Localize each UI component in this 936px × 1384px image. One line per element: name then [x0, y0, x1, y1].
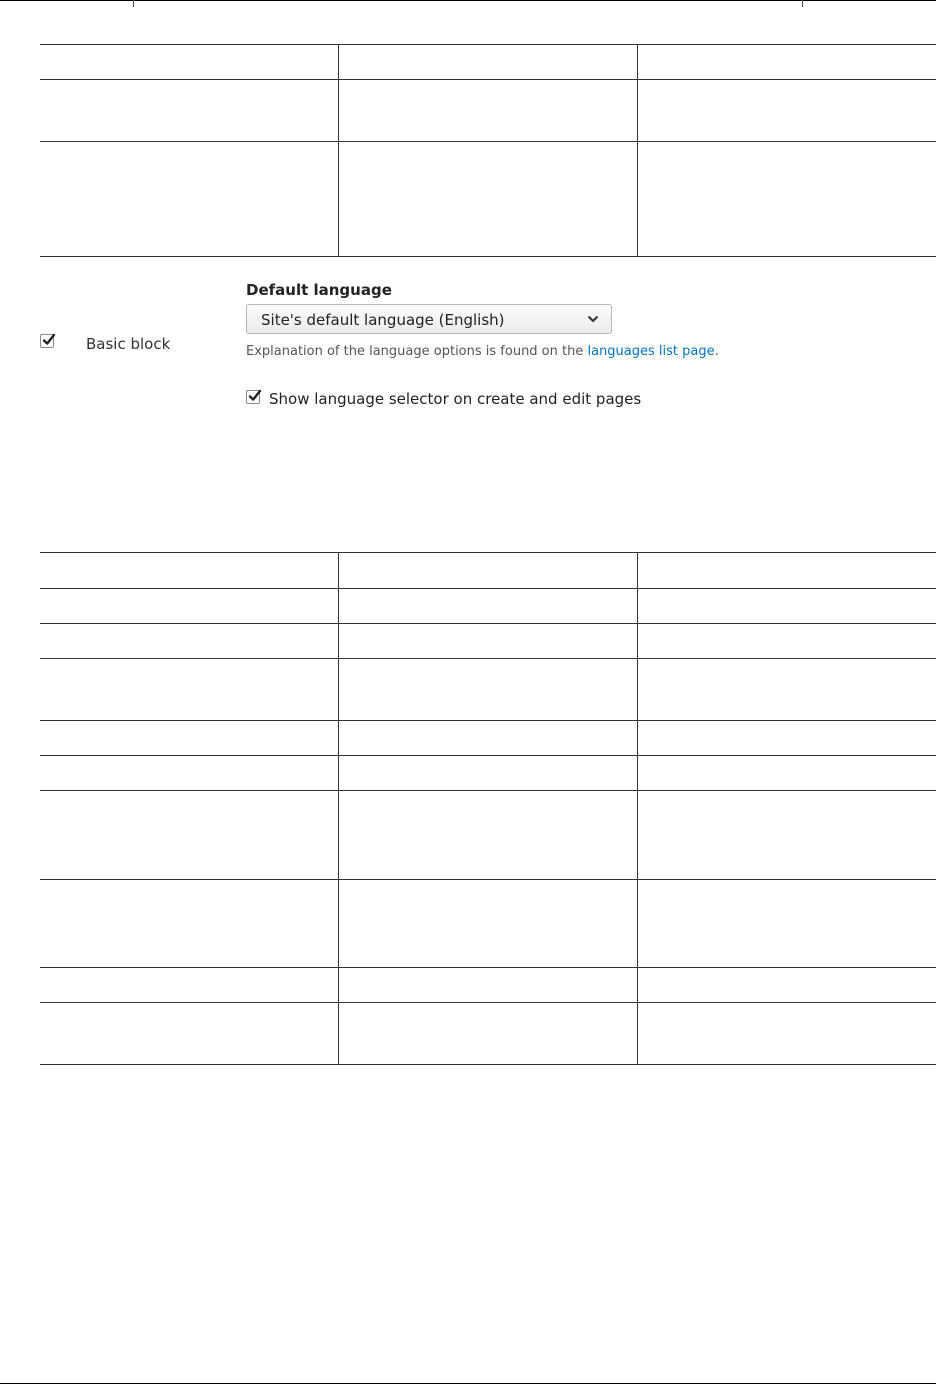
- table-row: [40, 80, 936, 142]
- languages-list-link[interactable]: languages list page: [587, 344, 714, 359]
- default-language-value: Site's default language (English): [261, 311, 505, 329]
- table-row: [40, 45, 936, 80]
- top-rule: [0, 0, 936, 7]
- chevron-down-icon: [587, 315, 599, 323]
- description-suffix: .: [714, 344, 719, 359]
- table-row: [40, 1003, 936, 1065]
- default-language-title: Default language: [246, 281, 392, 299]
- table-row: [40, 756, 936, 791]
- description-text: Explanation of the language options is f…: [246, 344, 588, 359]
- check-icon: [42, 333, 56, 345]
- check-icon: [248, 389, 262, 401]
- page: Basic block Default language Site's defa…: [0, 0, 936, 1384]
- table-row: [40, 791, 936, 880]
- default-language-select[interactable]: Site's default language (English): [246, 304, 612, 334]
- top-rule-tick: [802, 0, 803, 7]
- table-row: [40, 589, 936, 624]
- language-description: Explanation of the language options is f…: [246, 340, 746, 364]
- table-row: [40, 142, 936, 257]
- table-row: [40, 880, 936, 968]
- table-row: [40, 659, 936, 721]
- bundle-label: Basic block: [86, 335, 171, 353]
- table-row: [40, 553, 936, 589]
- bundle-checkbox[interactable]: [40, 333, 56, 348]
- show-language-selector-label: Show language selector on create and edi…: [269, 390, 642, 408]
- table-row: [40, 968, 936, 1003]
- lower-table: [40, 552, 936, 1065]
- show-language-selector-checkbox[interactable]: [246, 389, 262, 404]
- block-language-settings: Basic block Default language Site's defa…: [40, 256, 936, 456]
- table-row: [40, 624, 936, 659]
- upper-table: [40, 44, 936, 257]
- table-row: [40, 721, 936, 756]
- top-rule-tick: [133, 0, 134, 7]
